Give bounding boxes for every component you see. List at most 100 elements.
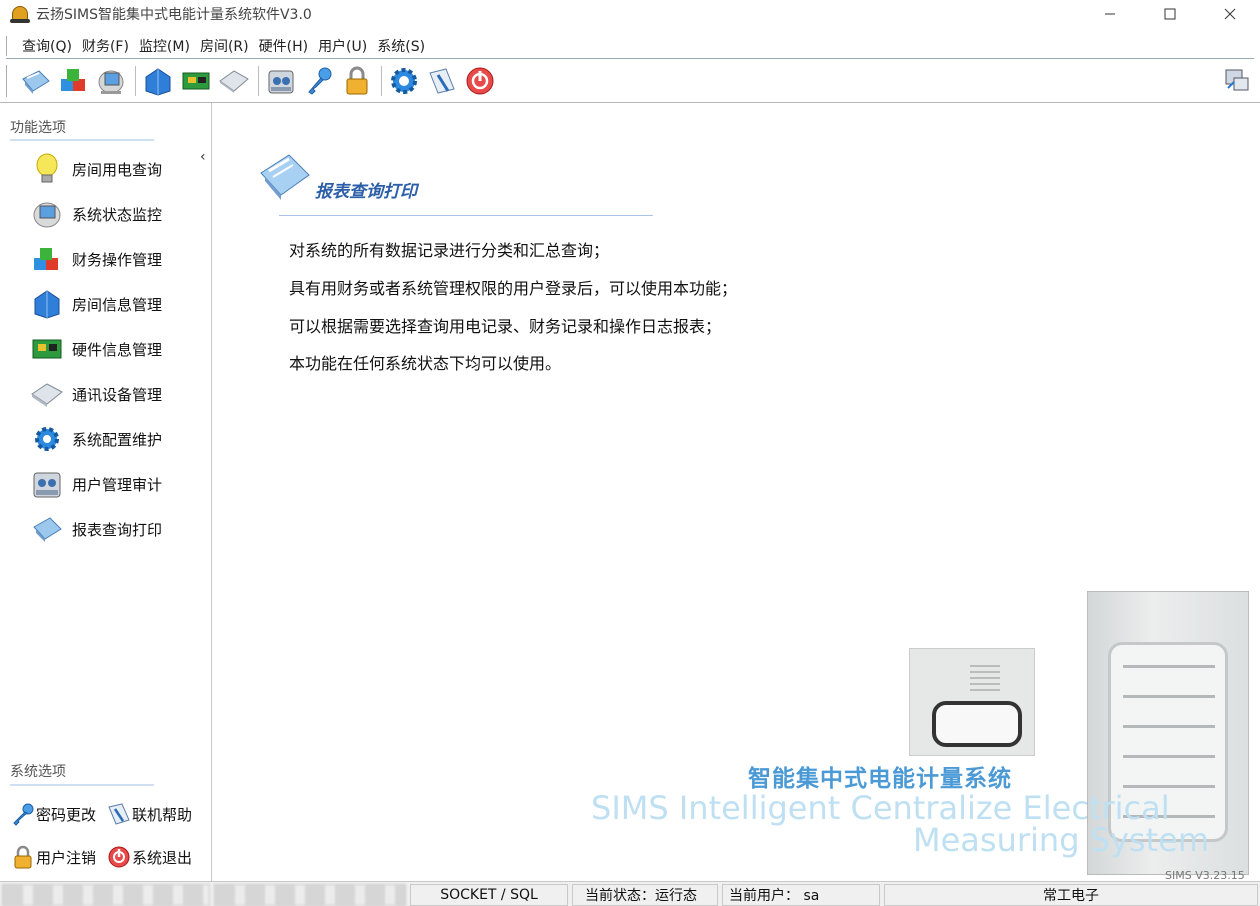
- user-audit-icon: [30, 467, 64, 501]
- menu-user[interactable]: 用户(U): [313, 36, 372, 56]
- collapse-sidebar-button[interactable]: ‹: [200, 149, 206, 165]
- window-title: 云扬SIMS智能集中式电能计量系统软件V3.0: [36, 7, 312, 23]
- sidebar-item-label: 通讯设备管理: [72, 385, 163, 404]
- description-line: 具有用财务或者系统管理权限的用户登录后，可以使用本功能；: [289, 279, 738, 298]
- system-exit-button[interactable]: 系统退出: [106, 842, 192, 872]
- report-icon: [22, 70, 50, 94]
- menu-finance[interactable]: 财务(F): [77, 36, 134, 56]
- close-icon: [1224, 8, 1236, 20]
- sidebar-item-label: 报表查询打印: [72, 520, 163, 539]
- hardware-icon: [30, 332, 64, 366]
- user-logout-button[interactable]: 用户注销: [10, 842, 96, 872]
- description-line: 可以根据需要选择查询用电记录、财务记录和操作日志报表；: [289, 317, 722, 336]
- status-company: 常工电子: [884, 884, 1258, 906]
- sidebar-item-status-monitor[interactable]: 系统状态监控: [30, 196, 162, 232]
- password-key-icon: [308, 67, 332, 95]
- sidebar-item-report[interactable]: 报表查询打印: [30, 511, 162, 547]
- version-label: SIMS V3.23.15: [1165, 869, 1245, 881]
- section-divider: [10, 784, 154, 786]
- status-cell-obscured: [214, 884, 406, 906]
- app-bell-icon: [10, 4, 30, 24]
- bulb-icon: [30, 152, 64, 186]
- system-options-title: 系统选项: [10, 764, 66, 780]
- sidebar-item-comm-device[interactable]: 通讯设备管理: [30, 376, 162, 412]
- user-logout-label: 用户注销: [36, 848, 97, 867]
- menu-grip[interactable]: [6, 35, 9, 56]
- sidebar-item-hardware[interactable]: 硬件信息管理: [30, 331, 162, 367]
- sidebar-item-label: 用户管理审计: [72, 475, 163, 494]
- toolbar-separator: [258, 66, 259, 96]
- status-protocol: SOCKET / SQL: [410, 884, 568, 906]
- maximize-icon: [1164, 8, 1176, 20]
- sidebar-item-user-audit[interactable]: 用户管理审计: [30, 466, 162, 502]
- report-icon: [30, 512, 64, 546]
- comm-device-icon: [219, 70, 249, 93]
- system-exit-label: 系统退出: [132, 848, 193, 867]
- config-gear-icon: [391, 68, 417, 94]
- toolbar-finance-button[interactable]: [55, 63, 91, 99]
- toolbar-comm-button[interactable]: [216, 63, 252, 99]
- sidebar-item-room-usage[interactable]: 房间用电查询: [30, 151, 162, 187]
- heading-underline: [279, 215, 653, 216]
- status-cell-obscured: [2, 884, 210, 906]
- menu-room[interactable]: 房间(R): [195, 36, 254, 56]
- exit-icon: [466, 67, 494, 95]
- room-icon: [145, 68, 171, 96]
- title-bar: 云扬SIMS智能集中式电能计量系统软件V3.0: [0, 0, 1260, 28]
- menu-bar: 查询(Q) 财务(F) 监控(M) 房间(R) 硬件(H) 用户(U) 系统(S…: [6, 33, 1254, 59]
- toolbar: [6, 62, 1254, 100]
- online-help-button[interactable]: 联机帮助: [106, 799, 192, 829]
- toolbar-config-button[interactable]: [386, 63, 422, 99]
- sidebar-item-room-info[interactable]: 房间信息管理: [30, 286, 162, 322]
- toolbar-user-audit-button[interactable]: [263, 63, 299, 99]
- sidebar-item-label: 房间用电查询: [72, 160, 163, 179]
- minimize-icon: [1105, 13, 1115, 15]
- menu-query[interactable]: 查询(Q): [17, 36, 77, 56]
- minimize-button[interactable]: [1080, 0, 1140, 28]
- toolbar-help-button[interactable]: [424, 63, 460, 99]
- sidebar: 功能选项 ‹ 房间用电查询 系统状态监控 财务操作管理 房间信息管理 硬件信息管…: [0, 103, 212, 881]
- function-options-title: 功能选项: [10, 120, 66, 136]
- room-icon: [30, 287, 64, 321]
- toolbar-hardware-button[interactable]: [178, 63, 214, 99]
- toolbar-room-button[interactable]: [140, 63, 176, 99]
- description-line: 本功能在任何系统状态下均可以使用。: [289, 354, 562, 373]
- finance-icon: [61, 69, 85, 91]
- logout-lock-icon: [10, 844, 36, 870]
- toolbar-logout-button[interactable]: [339, 63, 375, 99]
- network-status-icon: [1225, 69, 1249, 91]
- close-button[interactable]: [1200, 0, 1260, 28]
- system-name-en-line2: Measuring System: [913, 821, 1209, 859]
- finance-icon: [30, 242, 64, 276]
- sidebar-item-label: 系统配置维护: [72, 430, 163, 449]
- toolbar-exit-button[interactable]: [462, 63, 498, 99]
- window-controls: [1080, 0, 1260, 28]
- hardware-icon: [182, 72, 210, 90]
- maximize-button[interactable]: [1140, 0, 1200, 28]
- toolbar-separator: [135, 66, 136, 96]
- toolbar-password-button[interactable]: [301, 63, 337, 99]
- help-icon: [106, 801, 132, 827]
- change-password-button[interactable]: 密码更改: [10, 799, 96, 829]
- section-divider: [10, 139, 154, 141]
- network-status-button[interactable]: [1222, 64, 1252, 98]
- status-state: 当前状态：运行态: [572, 884, 718, 906]
- user-audit-icon: [268, 70, 294, 94]
- content-panel: 报表查询打印 对系统的所有数据记录进行分类和汇总查询； 具有用财务或者系统管理权…: [213, 103, 1260, 881]
- toolbar-monitor-button[interactable]: [93, 63, 129, 99]
- menu-monitor[interactable]: 监控(M): [134, 36, 195, 56]
- menu-hardware[interactable]: 硬件(H): [254, 36, 313, 56]
- report-icon: [257, 149, 311, 207]
- sidebar-item-config[interactable]: 系统配置维护: [30, 421, 162, 457]
- toolbar-report-button[interactable]: [17, 63, 53, 99]
- toolbar-separator: [381, 66, 382, 96]
- sidebar-item-finance[interactable]: 财务操作管理: [30, 241, 162, 277]
- exit-icon: [106, 844, 132, 870]
- sidebar-item-label: 系统状态监控: [72, 205, 163, 224]
- monitor-icon: [98, 70, 124, 94]
- status-bar: SOCKET / SQL 当前状态：运行态 当前用户： sa 常工电子: [0, 881, 1260, 906]
- toolbar-grip[interactable]: [6, 65, 9, 97]
- logout-lock-icon: [346, 66, 368, 95]
- page-heading: 报表查询打印: [315, 182, 417, 202]
- menu-system[interactable]: 系统(S): [372, 36, 430, 56]
